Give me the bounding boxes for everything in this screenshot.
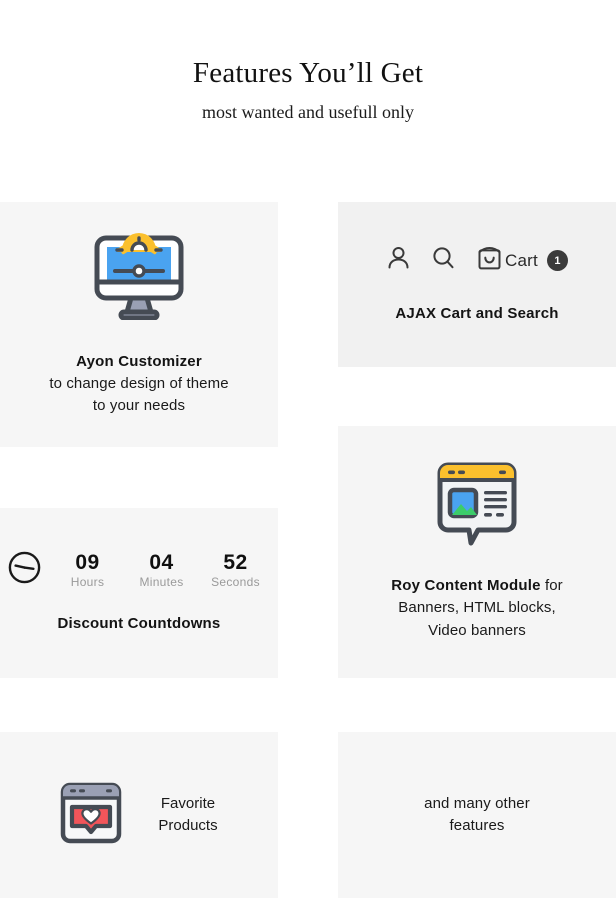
feature-card-ajax-cart[interactable]: Cart 1 AJAX Cart and Search xyxy=(338,202,616,367)
more-features-copy: and many other features xyxy=(424,793,530,837)
cart-label: Cart xyxy=(505,250,538,270)
favorite-heart-window-icon xyxy=(60,782,122,849)
favorite-line-1: Favorite xyxy=(160,794,216,812)
customizer-line-1: to change design of theme xyxy=(49,374,229,392)
cart-count-badge: 1 xyxy=(546,250,568,272)
shop-toolbar: Cart 1 xyxy=(386,245,568,277)
more-features-line-2: features xyxy=(449,817,505,834)
page-title: Features You’ll Get xyxy=(192,57,424,89)
content-module-copy: Roy Content Module for Banners, HTML blo… xyxy=(391,575,563,642)
countdown-title: Discount Countdowns xyxy=(57,615,221,633)
favorite-products-copy: Favorite Products xyxy=(158,793,217,838)
countdown-unit-seconds: 52 Seconds xyxy=(209,550,263,589)
feature-card-customizer[interactable]: Ayon Customizer to change design of them… xyxy=(0,202,278,447)
search-icon[interactable] xyxy=(431,245,456,276)
page-header: Features You’ll Get most wanted and usef… xyxy=(0,0,616,123)
content-module-line-2: Banners, HTML blocks, xyxy=(398,599,556,617)
countdown-unit-minutes: 04 Minutes xyxy=(135,550,189,589)
clock-icon xyxy=(8,551,41,589)
favorite-line-2: Products xyxy=(158,817,218,834)
favorite-products-row: Favorite Products xyxy=(60,782,218,849)
more-features-line-1: and many other xyxy=(424,794,530,812)
countdown-hours-label: Hours xyxy=(70,574,105,589)
content-module-title: Roy Content Module xyxy=(391,577,541,595)
feature-card-more-features[interactable]: and many other features xyxy=(338,732,616,898)
feature-card-countdown[interactable]: 09 Hours 04 Minutes 52 Seconds Discount … xyxy=(0,508,278,678)
content-module-after-title: for xyxy=(540,577,563,595)
monitor-gear-icon xyxy=(91,232,187,325)
countdown-hours-value: 09 xyxy=(75,550,100,574)
ajax-cart-title: AJAX Cart and Search xyxy=(395,304,559,322)
page-subtitle: most wanted and usefull only xyxy=(202,101,414,122)
content-module-line-3: Video banners xyxy=(428,621,526,639)
feature-card-favorite-products[interactable]: Favorite Products xyxy=(0,732,278,898)
content-window-icon xyxy=(436,462,518,551)
feature-card-content-module[interactable]: Roy Content Module for Banners, HTML blo… xyxy=(338,426,616,678)
cart-button[interactable]: Cart 1 xyxy=(476,245,568,277)
countdown-minutes-label: Minutes xyxy=(139,574,184,589)
countdown-timer: 09 Hours 04 Minutes 52 Seconds xyxy=(8,551,263,589)
countdown-seconds-label: Seconds xyxy=(211,574,260,589)
customizer-line-2: to your needs xyxy=(92,397,186,415)
customizer-copy: Ayon Customizer to change design of them… xyxy=(49,351,228,418)
countdown-unit-hours: 09 Hours xyxy=(61,550,115,589)
shopping-bag-icon xyxy=(476,245,503,277)
customizer-title: Ayon Customizer xyxy=(76,352,202,370)
countdown-minutes-value: 04 xyxy=(149,550,174,574)
user-account-icon[interactable] xyxy=(386,245,411,276)
countdown-seconds-value: 52 xyxy=(223,550,248,574)
